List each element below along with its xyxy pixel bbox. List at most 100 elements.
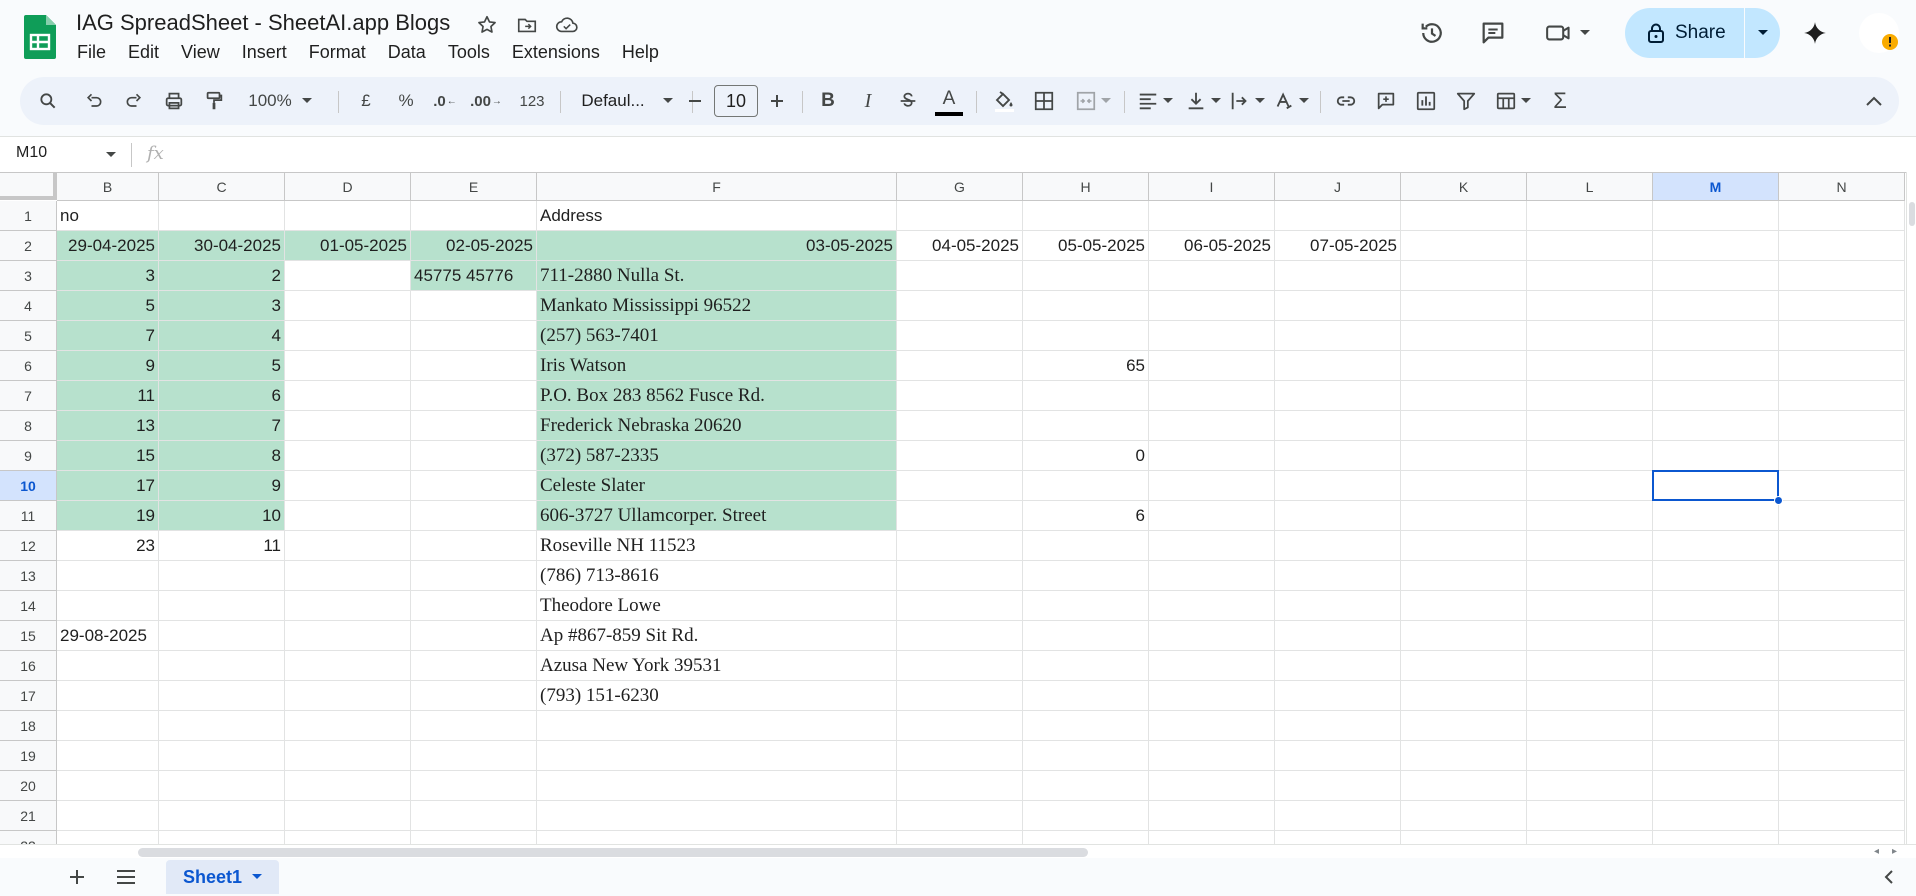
cell-d1[interactable] (285, 201, 411, 231)
cell-e8[interactable] (411, 411, 537, 441)
cell-j11[interactable] (1275, 501, 1401, 531)
paint-format-icon[interactable] (198, 77, 230, 125)
collapse-menus-icon[interactable] (1858, 77, 1890, 125)
cell-i2[interactable]: 06-05-2025 (1149, 231, 1275, 261)
cell-e17[interactable] (411, 681, 537, 711)
cell-h14[interactable] (1023, 591, 1149, 621)
cell-k1[interactable] (1401, 201, 1527, 231)
explore-collapse-icon[interactable] (1876, 862, 1902, 892)
cell-l2[interactable] (1527, 231, 1653, 261)
cell-m22[interactable] (1653, 831, 1779, 844)
cell-n20[interactable] (1779, 771, 1905, 801)
cell-e1[interactable] (411, 201, 537, 231)
cell-k22[interactable] (1401, 831, 1527, 844)
cell-c16[interactable] (159, 651, 285, 681)
cell-l18[interactable] (1527, 711, 1653, 741)
increase-decimal-button[interactable]: .00 → (466, 77, 506, 125)
cell-j4[interactable] (1275, 291, 1401, 321)
cell-f8[interactable]: Frederick Nebraska 20620 (537, 411, 897, 441)
cell-k20[interactable] (1401, 771, 1527, 801)
share-dropdown-button[interactable] (1745, 8, 1780, 58)
cell-l1[interactable] (1527, 201, 1653, 231)
cell-e15[interactable] (411, 621, 537, 651)
cell-g8[interactable] (897, 411, 1023, 441)
cell-n10[interactable] (1779, 471, 1905, 501)
column-header-h[interactable]: H (1023, 173, 1149, 201)
cell-k8[interactable] (1401, 411, 1527, 441)
spreadsheet-grid[interactable]: B C D E F G H I J K L M N 1 2 3 4 5 6 7 8 9 10 11 12 13 14 15 16 17 18… (0, 172, 1906, 844)
cell-k14[interactable] (1401, 591, 1527, 621)
row-header-6[interactable]: 6 (0, 351, 57, 381)
cell-e9[interactable] (411, 441, 537, 471)
cell-n22[interactable] (1779, 831, 1905, 844)
cell-h8[interactable] (1023, 411, 1149, 441)
cell-h3[interactable] (1023, 261, 1149, 291)
row-header-3[interactable]: 3 (0, 261, 57, 291)
cell-m13[interactable] (1653, 561, 1779, 591)
cell-m20[interactable] (1653, 771, 1779, 801)
cell-m12[interactable] (1653, 531, 1779, 561)
cell-c4[interactable]: 3 (159, 291, 285, 321)
cell-k4[interactable] (1401, 291, 1527, 321)
cell-e14[interactable] (411, 591, 537, 621)
cell-d20[interactable] (285, 771, 411, 801)
zoom-select[interactable]: 100% (240, 77, 320, 125)
cell-k10[interactable] (1401, 471, 1527, 501)
cell-i5[interactable] (1149, 321, 1275, 351)
font-family-select[interactable]: Defaul... (570, 77, 684, 125)
cell-j14[interactable] (1275, 591, 1401, 621)
cell-n21[interactable] (1779, 801, 1905, 831)
row-header-17[interactable]: 17 (0, 681, 57, 711)
cell-i1[interactable] (1149, 201, 1275, 231)
row-header-18[interactable]: 18 (0, 711, 57, 741)
cell-h7[interactable] (1023, 381, 1149, 411)
cell-h11[interactable]: 6 (1023, 501, 1149, 531)
cell-j15[interactable] (1275, 621, 1401, 651)
cell-b11[interactable]: 19 (57, 501, 159, 531)
column-header-g[interactable]: G (897, 173, 1023, 201)
menu-tools[interactable]: Tools (437, 40, 501, 65)
cell-d18[interactable] (285, 711, 411, 741)
cell-k13[interactable] (1401, 561, 1527, 591)
cell-g2[interactable]: 04-05-2025 (897, 231, 1023, 261)
cell-e16[interactable] (411, 651, 537, 681)
cell-b1[interactable]: no (57, 201, 159, 231)
cell-f16[interactable]: Azusa New York 39531 (537, 651, 897, 681)
horizontal-align-icon[interactable] (1132, 77, 1178, 125)
cell-c10[interactable]: 9 (159, 471, 285, 501)
cell-h10[interactable] (1023, 471, 1149, 501)
cell-m5[interactable] (1653, 321, 1779, 351)
cell-g9[interactable] (897, 441, 1023, 471)
sheet-tab-sheet1[interactable]: Sheet1 (166, 860, 279, 894)
cell-m16[interactable] (1653, 651, 1779, 681)
cell-g22[interactable] (897, 831, 1023, 844)
column-header-l[interactable]: L (1527, 173, 1653, 201)
cell-e3[interactable]: 45775 45776 (411, 261, 537, 291)
cell-f15[interactable]: Ap #867-859 Sit Rd. (537, 621, 897, 651)
row-header-8[interactable]: 8 (0, 411, 57, 441)
cell-j20[interactable] (1275, 771, 1401, 801)
cell-e22[interactable] (411, 831, 537, 844)
insert-link-icon[interactable] (1330, 77, 1362, 125)
cell-m14[interactable] (1653, 591, 1779, 621)
cell-k12[interactable] (1401, 531, 1527, 561)
column-header-e[interactable]: E (411, 173, 537, 201)
menu-insert[interactable]: Insert (231, 40, 298, 65)
cell-g11[interactable] (897, 501, 1023, 531)
cell-b10[interactable]: 17 (57, 471, 159, 501)
cell-l14[interactable] (1527, 591, 1653, 621)
column-header-m[interactable]: M (1653, 173, 1779, 201)
cell-b12[interactable]: 23 (57, 531, 159, 561)
cell-c22[interactable] (159, 831, 285, 844)
cell-h1[interactable] (1023, 201, 1149, 231)
horizontal-scrollbar[interactable]: ◂ ▸ (0, 844, 1916, 858)
cell-g20[interactable] (897, 771, 1023, 801)
cell-c3[interactable]: 2 (159, 261, 285, 291)
cell-g19[interactable] (897, 741, 1023, 771)
row-header-14[interactable]: 14 (0, 591, 57, 621)
account-avatar[interactable] (1856, 10, 1902, 56)
decrease-font-size-icon[interactable] (680, 77, 710, 125)
cell-b8[interactable]: 13 (57, 411, 159, 441)
cell-h21[interactable] (1023, 801, 1149, 831)
cell-k5[interactable] (1401, 321, 1527, 351)
